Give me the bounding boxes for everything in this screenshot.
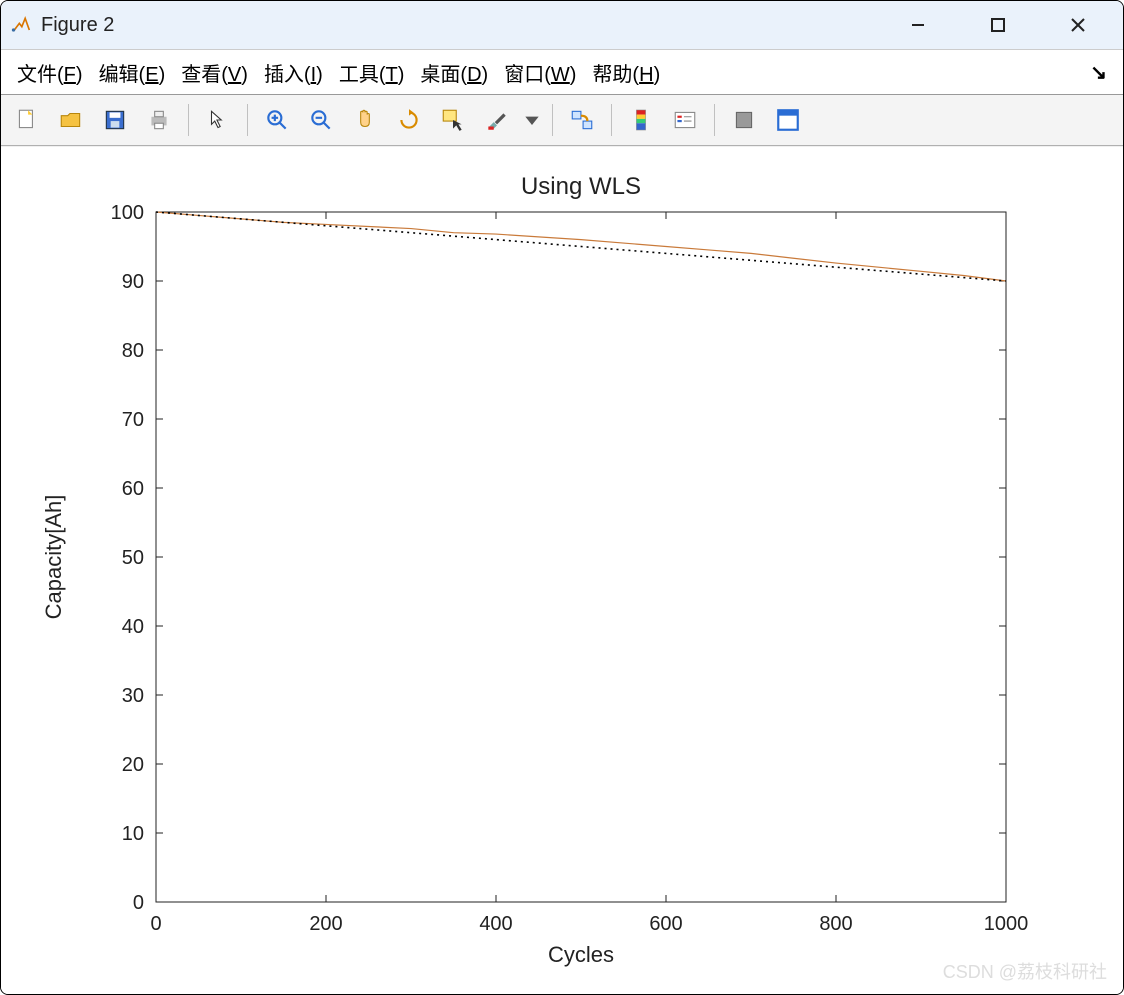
menu-desktop[interactable]: 桌面(D): [420, 58, 488, 87]
figure-window: Figure 2 文件(F) 编辑(E) 查看(V) 插入(I) 工具(T) 桌…: [0, 0, 1124, 995]
zoom-in-icon[interactable]: [257, 101, 297, 139]
svg-text:20: 20: [122, 754, 144, 776]
close-button[interactable]: [1053, 5, 1103, 45]
rotate-icon[interactable]: [389, 101, 429, 139]
svg-text:Cycles: Cycles: [548, 942, 614, 967]
svg-text:0: 0: [133, 892, 144, 914]
dock-icon[interactable]: [768, 101, 808, 139]
svg-text:40: 40: [122, 616, 144, 638]
menu-arrow-icon[interactable]: ↘: [1090, 60, 1107, 85]
brush-icon[interactable]: [477, 101, 517, 139]
print-icon[interactable]: [139, 101, 179, 139]
datacursor-icon[interactable]: [433, 101, 473, 139]
menu-edit[interactable]: 编辑(E): [99, 58, 166, 87]
menu-view[interactable]: 查看(V): [181, 58, 248, 87]
new-icon[interactable]: [7, 101, 47, 139]
menu-window[interactable]: 窗口(W): [504, 58, 576, 87]
svg-text:70: 70: [122, 409, 144, 431]
menu-help[interactable]: 帮助(H): [592, 58, 660, 87]
svg-text:200: 200: [309, 913, 342, 935]
save-icon[interactable]: [95, 101, 135, 139]
svg-text:800: 800: [819, 913, 852, 935]
plot-area[interactable]: 0 200 400 600 800 1000 0 10 20 30 40 50 60 70 80 90 100 U…: [1, 147, 1123, 994]
svg-text:90: 90: [122, 271, 144, 293]
svg-text:0: 0: [150, 913, 161, 935]
svg-text:1000: 1000: [984, 913, 1029, 935]
window-title: Figure 2: [41, 14, 114, 37]
menu-insert[interactable]: 插入(I): [264, 58, 323, 87]
zoom-out-icon[interactable]: [301, 101, 341, 139]
chart-svg: 0 200 400 600 800 1000 0 10 20 30 40 50 60 70 80 90 100 U…: [1, 147, 1124, 995]
svg-text:60: 60: [122, 478, 144, 500]
svg-text:Using WLS: Using WLS: [521, 173, 641, 200]
toolbar: [1, 95, 1123, 146]
dropdown-icon[interactable]: [521, 101, 543, 139]
titlebar[interactable]: Figure 2: [1, 1, 1123, 50]
colorbar-icon[interactable]: [621, 101, 661, 139]
pan-icon[interactable]: [345, 101, 385, 139]
legend-icon[interactable]: [665, 101, 705, 139]
svg-text:600: 600: [649, 913, 682, 935]
menu-tools[interactable]: 工具(T): [339, 58, 405, 87]
link-icon[interactable]: [562, 101, 602, 139]
svg-text:50: 50: [122, 547, 144, 569]
matlab-icon: [11, 15, 31, 35]
svg-text:400: 400: [479, 913, 512, 935]
svg-text:30: 30: [122, 685, 144, 707]
svg-text:10: 10: [122, 823, 144, 845]
maximize-button[interactable]: [973, 5, 1023, 45]
minimize-button[interactable]: [893, 5, 943, 45]
open-icon[interactable]: [51, 101, 91, 139]
svg-text:Capacity[Ah]: Capacity[Ah]: [41, 495, 66, 620]
arrow-icon[interactable]: [198, 101, 238, 139]
svg-text:100: 100: [111, 202, 144, 224]
menubar: 文件(F) 编辑(E) 查看(V) 插入(I) 工具(T) 桌面(D) 窗口(W…: [1, 50, 1123, 95]
hide-plot-icon[interactable]: [724, 101, 764, 139]
svg-text:80: 80: [122, 340, 144, 362]
menu-file[interactable]: 文件(F): [17, 58, 83, 87]
